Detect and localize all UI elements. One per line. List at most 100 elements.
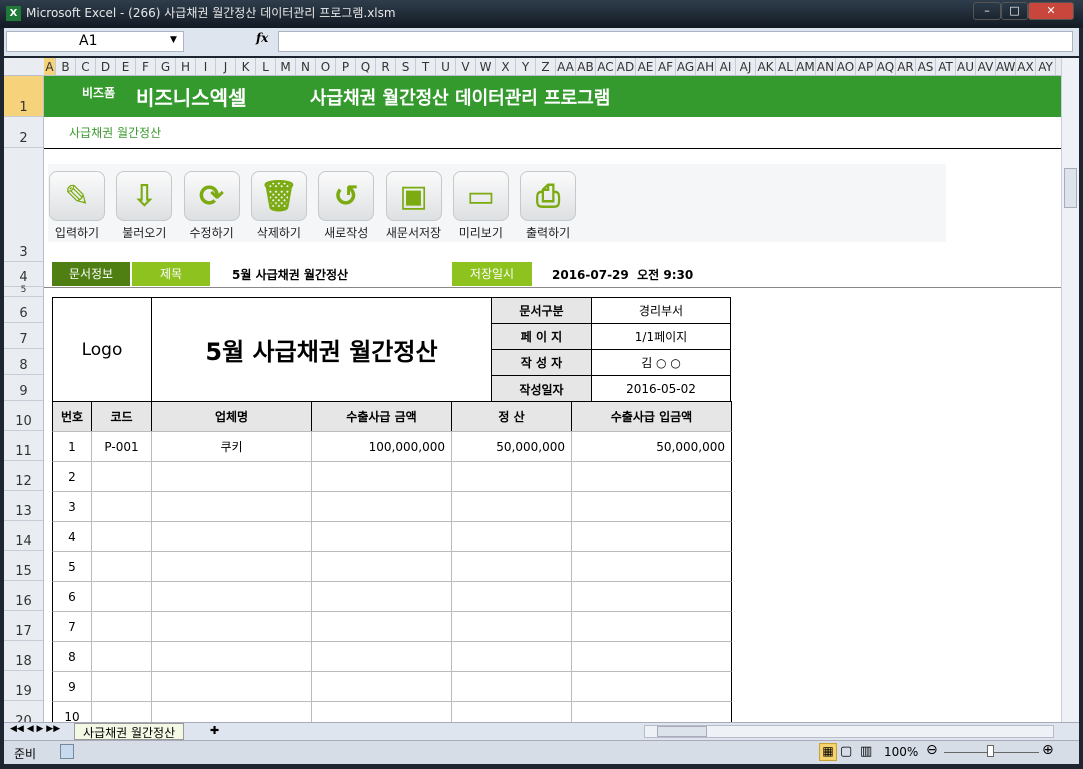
column-header[interactable]: AV [976,58,996,75]
worksheet[interactable]: 비즈폼 비즈니스엑셀 사급채권 월간정산 데이터관리 프로그램 사급채권 월간정… [44,76,1061,722]
column-header[interactable]: J [216,58,236,75]
row-header[interactable]: 5 [4,285,43,297]
table-cell[interactable] [91,491,152,522]
column-header[interactable]: AJ [736,58,756,75]
table-cell[interactable] [151,491,312,522]
column-header[interactable]: AT [936,58,956,75]
table-cell[interactable] [451,461,572,492]
table-cell[interactable]: 5 [52,551,92,582]
toolbar-button-1[interactable]: ✎ 입력하기 [48,171,106,241]
table-cell[interactable] [151,461,312,492]
column-header[interactable]: U [436,58,456,75]
zoom-level[interactable]: 100% [884,745,918,759]
row-header[interactable]: 14 [4,521,43,551]
column-header[interactable]: AG [676,58,696,75]
column-header[interactable]: Z [536,58,556,75]
name-box-dropdown-icon[interactable]: ▼ [170,35,177,45]
macro-record-icon[interactable] [60,744,74,759]
table-cell[interactable]: 8 [52,641,92,672]
table-cell[interactable]: 1 [52,431,92,462]
table-cell[interactable] [451,641,572,672]
toolbar-button-8[interactable]: ⎙ 출력하기 [519,171,577,241]
column-header[interactable]: B [56,58,76,75]
meta-value-cell[interactable]: 1/1페이지 [591,323,731,350]
row-header[interactable]: 8 [4,349,43,375]
column-header[interactable]: AL [776,58,796,75]
column-header[interactable]: AK [756,58,776,75]
column-header[interactable]: V [456,58,476,75]
name-box[interactable]: A1 [6,31,184,52]
table-cell[interactable] [571,521,732,552]
row-header[interactable]: 15 [4,551,43,581]
table-cell[interactable] [311,701,452,722]
column-header[interactable]: T [416,58,436,75]
table-cell[interactable] [571,581,732,612]
table-cell[interactable]: 7 [52,611,92,642]
normal-view-icon[interactable]: ▦ [819,743,837,761]
column-header[interactable]: E [116,58,136,75]
column-header[interactable]: I [196,58,216,75]
row-header[interactable]: 19 [4,671,43,701]
table-cell[interactable] [91,551,152,582]
column-header[interactable]: AF [656,58,676,75]
table-cell[interactable] [151,641,312,672]
table-cell[interactable] [311,581,452,612]
sheet-tab[interactable]: 사급채권 월간정산 [74,723,185,740]
insert-function-button[interactable]: fx [256,31,268,45]
row-header[interactable]: 17 [4,611,43,641]
column-header[interactable]: AX [1016,58,1036,75]
meta-value-cell[interactable]: 경리부서 [591,297,731,324]
row-header[interactable]: 11 [4,431,43,461]
table-cell[interactable]: 50,000,000 [571,431,732,462]
table-cell[interactable]: 10 [52,701,92,722]
page-break-icon[interactable]: ▥ [860,744,872,759]
table-cell[interactable] [91,611,152,642]
column-header[interactable]: AB [576,58,596,75]
column-header[interactable]: X [496,58,516,75]
column-header[interactable]: AH [696,58,716,75]
table-cell[interactable] [151,701,312,722]
column-header[interactable]: Q [356,58,376,75]
table-cell[interactable] [91,641,152,672]
table-cell[interactable] [451,701,572,722]
table-cell[interactable] [311,641,452,672]
page-layout-icon[interactable]: ▢ [840,744,852,759]
row-header[interactable]: 12 [4,461,43,491]
row-header[interactable]: 7 [4,323,43,349]
table-cell[interactable] [311,461,452,492]
minimize-button[interactable]: – [973,2,1001,20]
table-cell[interactable]: 2 [52,461,92,492]
table-cell[interactable] [451,491,572,522]
maximize-button[interactable]: □ [1001,2,1028,20]
row-header[interactable]: 4 [4,262,43,287]
column-header[interactable]: L [256,58,276,75]
scroll-thumb[interactable] [1064,168,1077,208]
meta-value-cell[interactable]: 2016-05-02 [591,375,731,403]
row-header[interactable]: 20 [4,701,43,722]
table-cell[interactable] [451,551,572,582]
column-header[interactable]: W [476,58,496,75]
column-header[interactable]: AA [556,58,576,75]
row-header[interactable]: 6 [4,297,43,323]
column-header[interactable]: AI [716,58,736,75]
zoom-out-icon[interactable]: ⊖ [926,742,938,758]
table-cell[interactable]: 6 [52,581,92,612]
table-cell[interactable] [451,611,572,642]
column-header[interactable]: AW [996,58,1016,75]
column-header[interactable]: H [176,58,196,75]
column-header[interactable]: K [236,58,256,75]
column-header[interactable]: AM [796,58,816,75]
column-header[interactable]: AC [596,58,616,75]
row-header[interactable]: 16 [4,581,43,611]
table-cell[interactable] [311,521,452,552]
table-cell[interactable]: 쿠키 [151,431,312,462]
zoom-slider-handle[interactable] [987,745,994,757]
column-header[interactable]: AO [836,58,856,75]
toolbar-button-2[interactable]: ⇩ 불러오기 [115,171,173,241]
column-header[interactable]: N [296,58,316,75]
table-cell[interactable] [311,611,452,642]
horizontal-scrollbar[interactable] [644,725,1054,738]
table-cell[interactable] [91,521,152,552]
formula-input[interactable] [278,31,1073,52]
column-header[interactable]: D [96,58,116,75]
